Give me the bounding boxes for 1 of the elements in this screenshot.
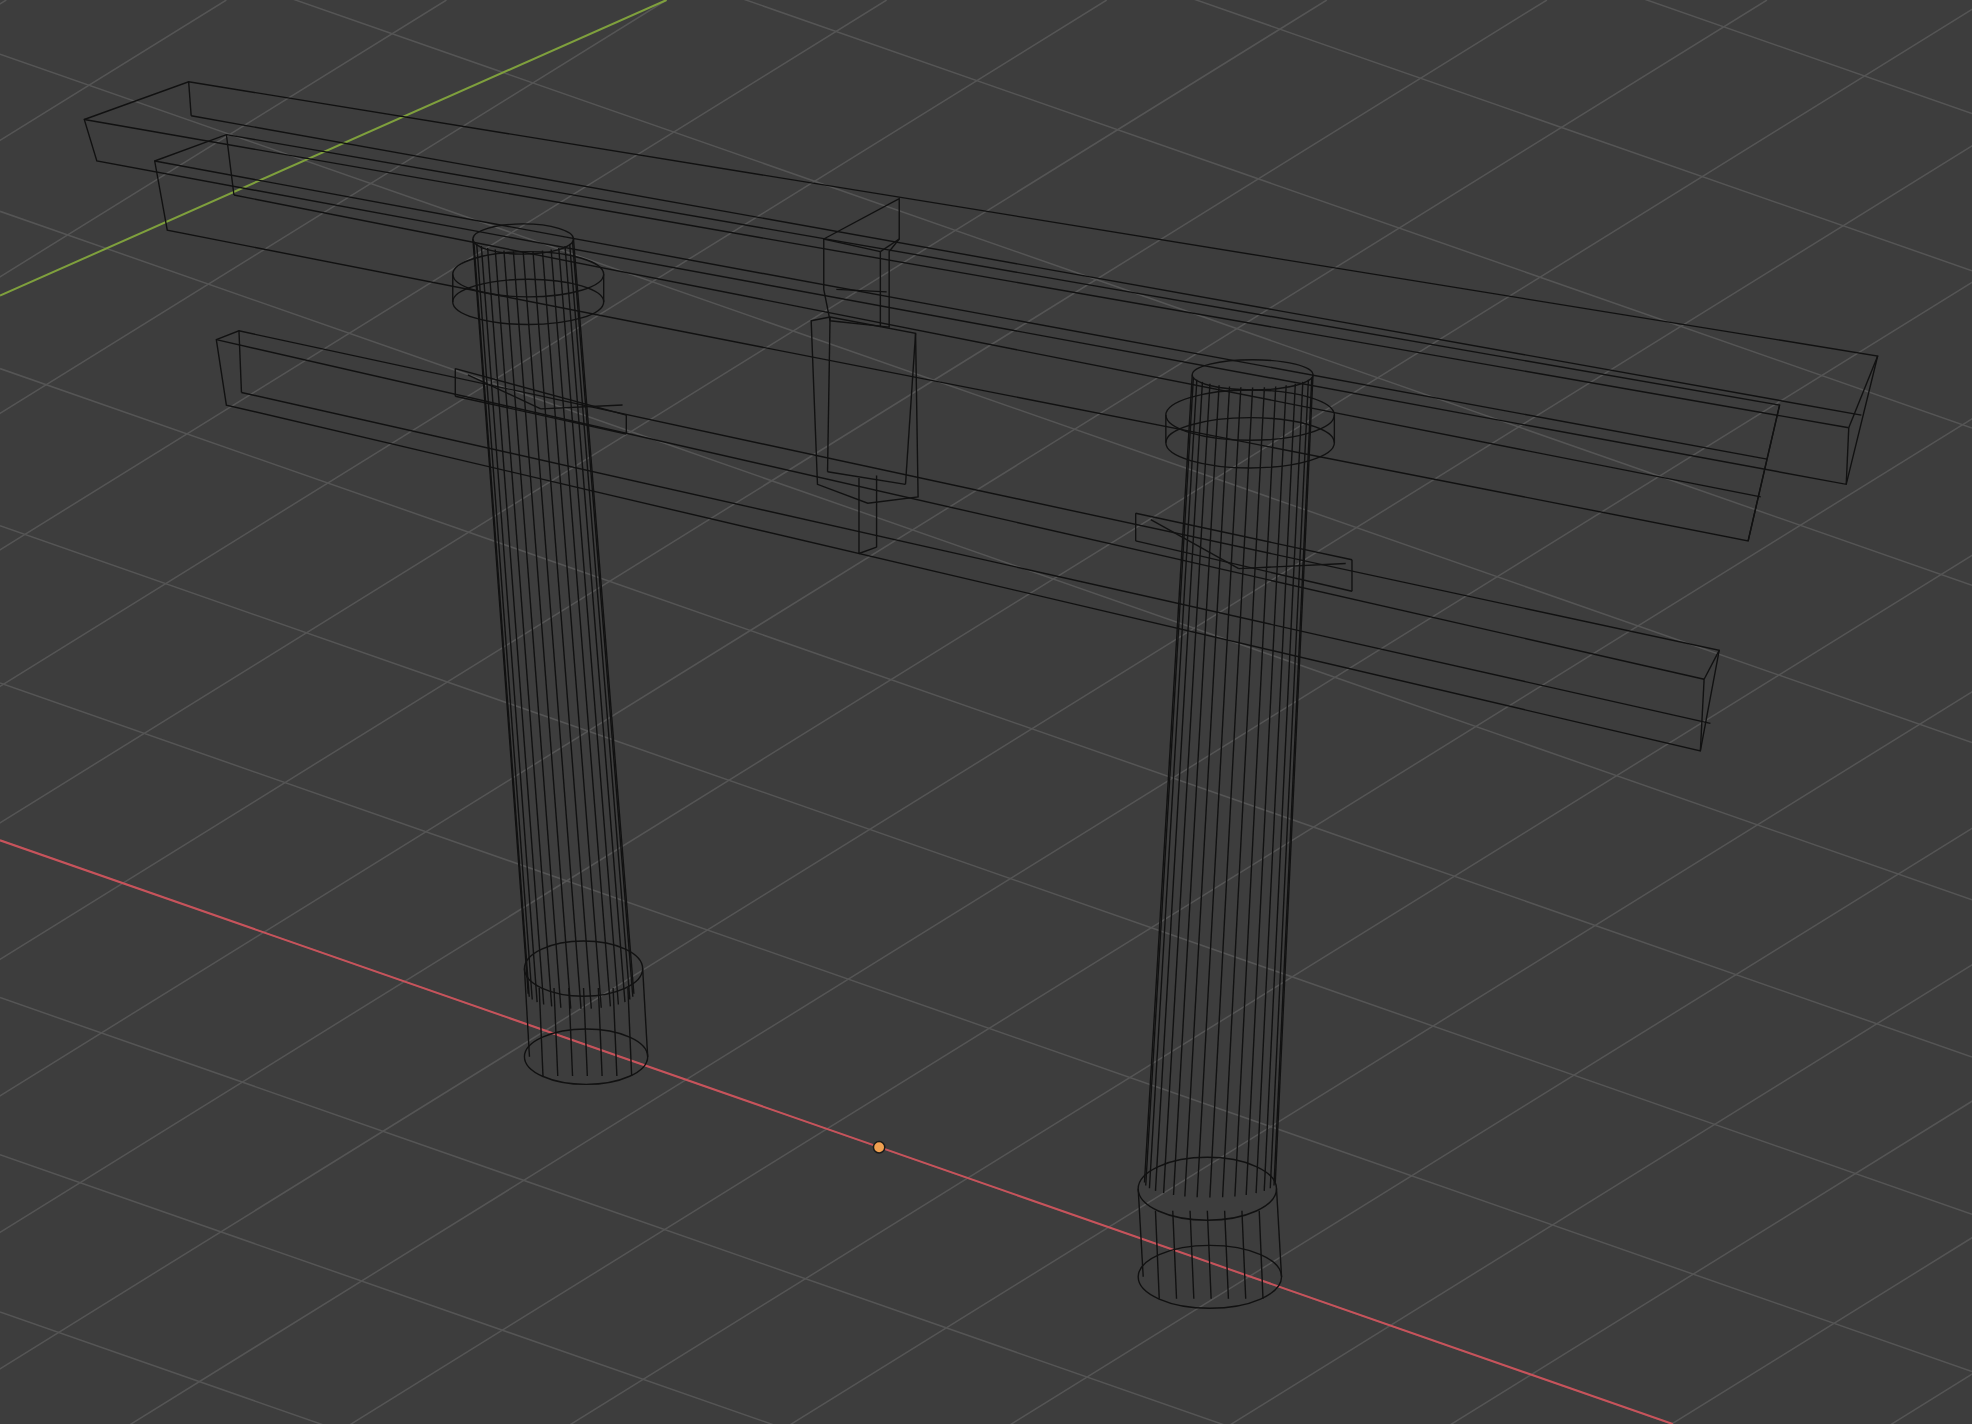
- origin-dot: [872, 1140, 886, 1154]
